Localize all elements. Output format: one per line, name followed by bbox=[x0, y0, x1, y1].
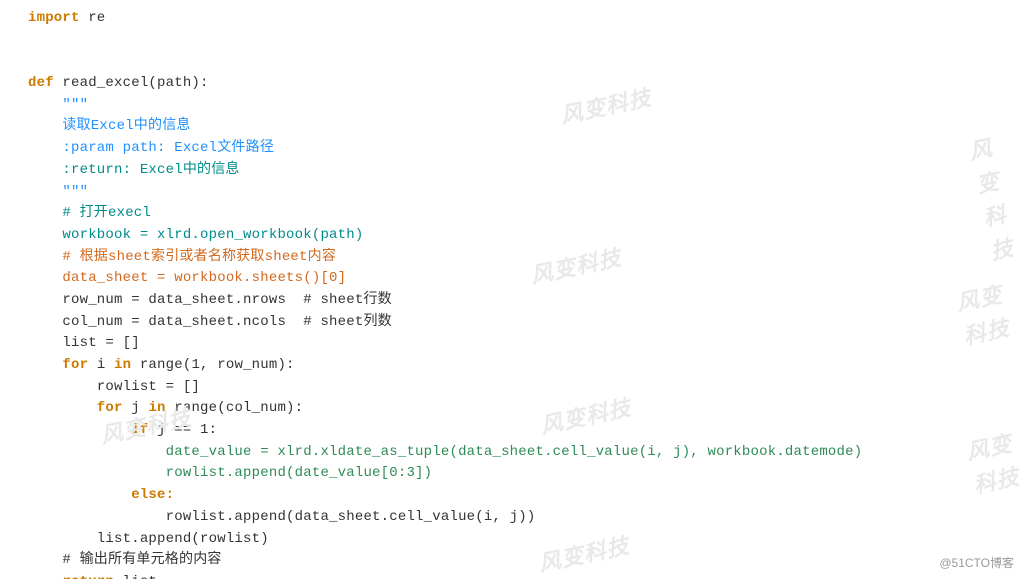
loop-var-j: j bbox=[123, 400, 149, 416]
docstring-return: :return: Excel中的信息 bbox=[28, 162, 240, 178]
code-append-date: rowlist.append(date_value[0:3]) bbox=[28, 465, 432, 481]
comment-sheet: # 根据sheet索引或者名称获取sheet内容 bbox=[28, 249, 336, 265]
comment-open-excel: # 打开execl bbox=[28, 205, 151, 221]
keyword-else: else: bbox=[28, 487, 174, 503]
range-cols: range(col_num): bbox=[166, 400, 304, 416]
code-sheets-index: data_sheet = workbook.sheets()[0] bbox=[28, 270, 346, 286]
keyword-import: import bbox=[28, 10, 80, 26]
func-signature: read_excel(path): bbox=[54, 75, 209, 91]
module-name: re bbox=[80, 10, 106, 26]
keyword-in: in bbox=[114, 357, 131, 373]
code-append-rowlist: list.append(rowlist) bbox=[28, 531, 269, 547]
keyword-return: return bbox=[28, 574, 114, 579]
code-col-num: col_num = data_sheet.ncols bbox=[28, 314, 303, 330]
code-block: import re def read_excel(path): """ 读取Ex… bbox=[0, 0, 1024, 579]
loop-var-i: i bbox=[88, 357, 114, 373]
range-rows: range(1, row_num): bbox=[131, 357, 294, 373]
code-row-num: row_num = data_sheet.nrows bbox=[28, 292, 303, 308]
comment-cols: # sheet列数 bbox=[303, 314, 392, 330]
keyword-for: for bbox=[28, 400, 123, 416]
code-append-cell: rowlist.append(data_sheet.cell_value(i, … bbox=[28, 509, 535, 525]
docstring-line: :param path: Excel文件路径 bbox=[28, 140, 274, 156]
code-list-init: list = [] bbox=[28, 335, 140, 351]
keyword-in: in bbox=[148, 400, 165, 416]
docstring-line: 读取Excel中的信息 bbox=[28, 118, 191, 134]
keyword-for: for bbox=[28, 357, 88, 373]
credit-text: @51CTO博客 bbox=[939, 554, 1014, 573]
code-rowlist-init: rowlist = [] bbox=[28, 379, 200, 395]
comment-rows: # sheet行数 bbox=[303, 292, 392, 308]
return-value: list bbox=[114, 574, 157, 579]
code-date-value: date_value = xlrd.xldate_as_tuple(data_s… bbox=[28, 444, 862, 460]
keyword-if: if bbox=[28, 422, 148, 438]
code-open-workbook: workbook = xlrd.open_workbook(path) bbox=[28, 227, 363, 243]
comment-output: # 输出所有单元格的内容 bbox=[28, 552, 222, 568]
keyword-def: def bbox=[28, 75, 54, 91]
docstring-open: """ bbox=[28, 97, 88, 113]
docstring-close: """ bbox=[28, 184, 88, 200]
cond-j1: j == 1: bbox=[148, 422, 217, 438]
